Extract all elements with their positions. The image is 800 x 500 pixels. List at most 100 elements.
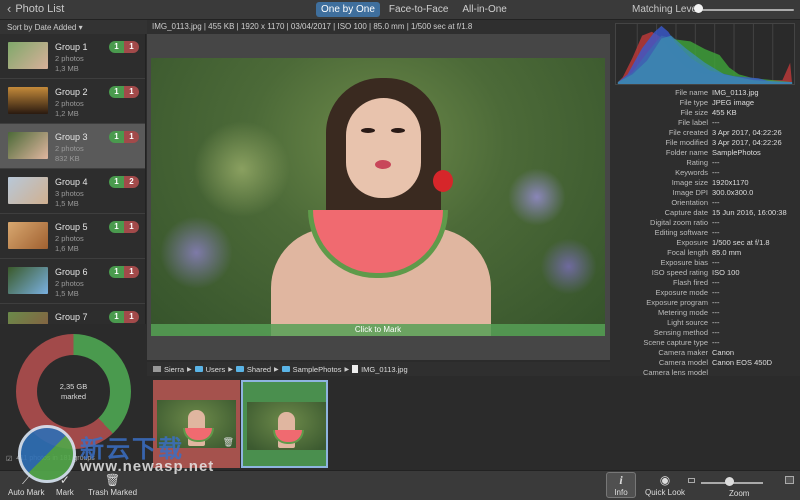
metadata-value: --- bbox=[712, 328, 720, 337]
metadata-value: --- bbox=[712, 298, 720, 307]
metadata-row: File modified 3 Apr 2017, 04:22:26 bbox=[610, 138, 800, 148]
keep-count: 1 bbox=[109, 221, 124, 233]
group-size: 1,3 MB bbox=[55, 64, 79, 73]
group-photo-count: 2 photos bbox=[55, 144, 84, 153]
keep-count: 1 bbox=[109, 311, 124, 323]
info-button[interactable]: i Info bbox=[606, 472, 636, 498]
zoom-label: Zoom bbox=[729, 489, 750, 498]
group-list-item[interactable]: Group 3 2 photos 832 KB 11 bbox=[0, 124, 145, 169]
breadcrumb-item[interactable]: IMG_0113.jpg bbox=[361, 365, 408, 374]
zoom-slider-knob[interactable] bbox=[724, 477, 734, 486]
metadata-value: --- bbox=[712, 198, 720, 207]
metadata-row: File type JPEG image bbox=[610, 98, 800, 108]
photo-viewer: Click to Mark bbox=[147, 34, 610, 360]
metadata-value: 3 Apr 2017, 04:22:26 bbox=[712, 138, 782, 147]
filmstrip-item-selected[interactable] bbox=[241, 380, 328, 468]
breadcrumb-item[interactable]: Shared bbox=[247, 365, 271, 374]
matching-level-slider[interactable] bbox=[698, 9, 794, 11]
group-list-item[interactable]: Group 1 2 photos 1,3 MB 11 bbox=[0, 34, 145, 79]
mark-button[interactable]: ✓ Mark bbox=[56, 473, 74, 497]
metadata-row: Focal length 85.0 mm bbox=[610, 248, 800, 258]
mode-face-to-face[interactable]: Face-to-Face bbox=[384, 2, 453, 17]
arrow-icon: ▶ bbox=[187, 366, 192, 373]
metadata-value: JPEG image bbox=[712, 98, 755, 107]
group-badge: 11 bbox=[109, 311, 139, 323]
metadata-row: Digital zoom ratio --- bbox=[610, 218, 800, 228]
metadata-label: File modified bbox=[665, 138, 708, 147]
folder-icon bbox=[281, 366, 290, 372]
metadata-value: 15 Jun 2016, 16:00:38 bbox=[712, 208, 787, 217]
sort-dropdown[interactable]: Sort by Date Added ▾ bbox=[0, 20, 147, 34]
metadata-row: File size 455 KB bbox=[610, 108, 800, 118]
metadata-label: Digital zoom ratio bbox=[650, 218, 708, 227]
metadata-row: File name IMG_0113.jpg bbox=[610, 88, 800, 98]
delete-count: 1 bbox=[124, 41, 139, 53]
delete-count: 1 bbox=[124, 311, 139, 323]
group-meta: 3 photos 1,5 MB bbox=[55, 189, 84, 209]
mode-one-by-one[interactable]: One by One bbox=[316, 2, 380, 17]
view-mode-segmented-control: One by One Face-to-Face All-in-One bbox=[316, 2, 512, 17]
metadata-row: Flash fired --- bbox=[610, 278, 800, 288]
metadata-value: --- bbox=[712, 228, 720, 237]
breadcrumb-item[interactable]: SamplePhotos bbox=[293, 365, 342, 374]
metadata-value: 1/500 sec at f/1.8 bbox=[712, 238, 770, 247]
metadata-value: 1920x1170 bbox=[712, 178, 749, 187]
metadata-label: Exposure mode bbox=[655, 288, 708, 297]
back-to-photo-list-button[interactable]: ‹ Photo List bbox=[7, 2, 64, 15]
zoom-out-icon[interactable] bbox=[688, 478, 695, 483]
group-badge: 11 bbox=[109, 266, 139, 278]
quick-look-button[interactable]: ◉ Quick Look bbox=[645, 473, 685, 497]
group-list-item[interactable]: Group 2 2 photos 1,2 MB 11 bbox=[0, 79, 145, 124]
group-thumbnail bbox=[8, 42, 48, 69]
metadata-value: --- bbox=[712, 158, 720, 167]
auto-mark-button[interactable]: ⟋ Auto Mark bbox=[8, 473, 44, 497]
group-list-item[interactable]: Group 4 3 photos 1,5 MB 12 bbox=[0, 169, 145, 214]
metadata-value: Canon bbox=[712, 348, 735, 357]
group-photo-count: 3 photos bbox=[55, 189, 84, 198]
main-photo[interactable] bbox=[151, 58, 605, 336]
mode-all-in-one[interactable]: All-in-One bbox=[457, 2, 511, 17]
metadata-value: --- bbox=[712, 168, 720, 177]
group-list-item[interactable]: Group 7 11 bbox=[0, 304, 145, 324]
group-list-item[interactable]: Group 5 2 photos 1,6 MB 11 bbox=[0, 214, 145, 259]
metadata-value: --- bbox=[712, 338, 720, 347]
group-list-item[interactable]: Group 6 2 photos 1,5 MB 11 bbox=[0, 259, 145, 304]
group-name: Group 2 bbox=[55, 87, 88, 97]
eye-icon: ◉ bbox=[659, 473, 671, 487]
metadata-label: File label bbox=[677, 118, 708, 127]
click-to-mark-button[interactable]: Click to Mark bbox=[151, 324, 605, 336]
metadata-value: --- bbox=[712, 218, 720, 227]
metadata-value: --- bbox=[712, 308, 720, 317]
metadata-label: Exposure bbox=[676, 238, 708, 247]
matching-level-slider-knob[interactable] bbox=[694, 4, 703, 13]
marked-label: marked bbox=[60, 391, 86, 401]
metadata-value: 300.0x300.0 bbox=[712, 188, 754, 197]
quick-look-label: Quick Look bbox=[645, 488, 686, 497]
filmstrip-item-marked[interactable]: 🗑 bbox=[153, 380, 240, 468]
breadcrumb-item[interactable]: Users bbox=[206, 365, 226, 374]
zoom-in-icon[interactable] bbox=[785, 476, 794, 484]
group-badge: 11 bbox=[109, 41, 139, 53]
checkbox-icon[interactable]: ☑ bbox=[6, 455, 12, 463]
metadata-label: File created bbox=[668, 128, 708, 137]
marked-size: 2,35 GB bbox=[59, 381, 88, 391]
metadata-row: Metering mode --- bbox=[610, 308, 800, 318]
group-thumbnail bbox=[8, 267, 48, 294]
group-photo-count: 2 photos bbox=[55, 279, 84, 288]
metadata-label: Flash fired bbox=[672, 278, 708, 287]
delete-count: 1 bbox=[124, 86, 139, 98]
trash-icon[interactable]: 🗑 bbox=[223, 437, 234, 448]
metadata-value: --- bbox=[712, 288, 720, 297]
metadata-row: Capture date 15 Jun 2016, 16:00:38 bbox=[610, 208, 800, 218]
breadcrumb-item[interactable]: Sierra bbox=[164, 365, 184, 374]
metadata-label: Camera model bbox=[658, 358, 708, 367]
metadata-label: Light source bbox=[667, 318, 708, 327]
metadata-row: ISO speed rating ISO 100 bbox=[610, 268, 800, 278]
group-size: 1,2 MB bbox=[55, 109, 79, 118]
metadata-value: --- bbox=[712, 318, 720, 327]
group-name: Group 4 bbox=[55, 177, 88, 187]
trash-marked-button[interactable]: 🗑 Trash Marked bbox=[88, 473, 137, 497]
metadata-row: Rating --- bbox=[610, 158, 800, 168]
metadata-label: Keywords bbox=[675, 168, 708, 177]
metadata-value: --- bbox=[712, 258, 720, 267]
